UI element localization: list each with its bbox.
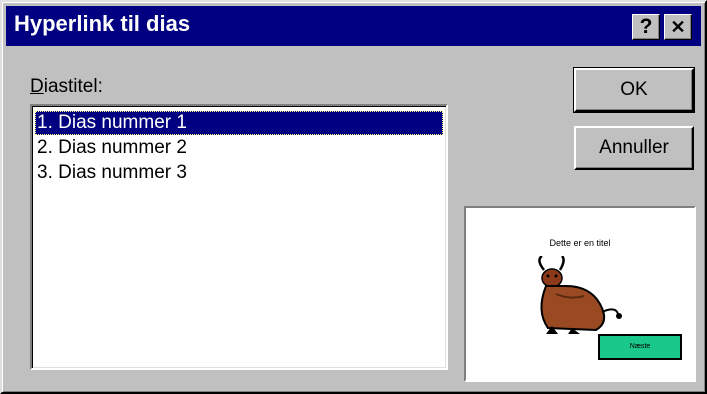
help-icon[interactable]: ? <box>632 14 660 40</box>
slide-list-item-3[interactable]: 3. Dias nummer 3 <box>35 161 187 185</box>
slide-list-item-2[interactable]: 2. Dias nummer 2 <box>35 136 187 160</box>
slide-preview: Dette er en titel Næste <box>464 206 696 382</box>
hyperlink-dialog: Hyperlink til dias ? ✕ Diastitel: 1. Dia… <box>0 0 707 394</box>
preview-next-button: Næste <box>598 334 682 360</box>
slide-list[interactable]: 1. Dias nummer 1 2. Dias nummer 2 3. Dia… <box>30 104 448 370</box>
label-text: iastitel: <box>43 76 103 97</box>
cancel-button[interactable]: Annuller <box>574 126 694 170</box>
close-icon[interactable]: ✕ <box>664 14 692 40</box>
bull-clipart <box>538 256 622 334</box>
ok-button[interactable]: OK <box>573 67 695 113</box>
label-accesskey: D <box>30 76 44 97</box>
window-title: Hyperlink til dias <box>14 11 191 36</box>
slide-title-label: Diastitel: <box>30 76 103 98</box>
slide-list-item-1[interactable]: 1. Dias nummer 1 <box>35 111 443 135</box>
preview-slide-title: Dette er en titel <box>549 238 611 248</box>
title-bar[interactable]: Hyperlink til dias ? ✕ <box>6 6 701 46</box>
